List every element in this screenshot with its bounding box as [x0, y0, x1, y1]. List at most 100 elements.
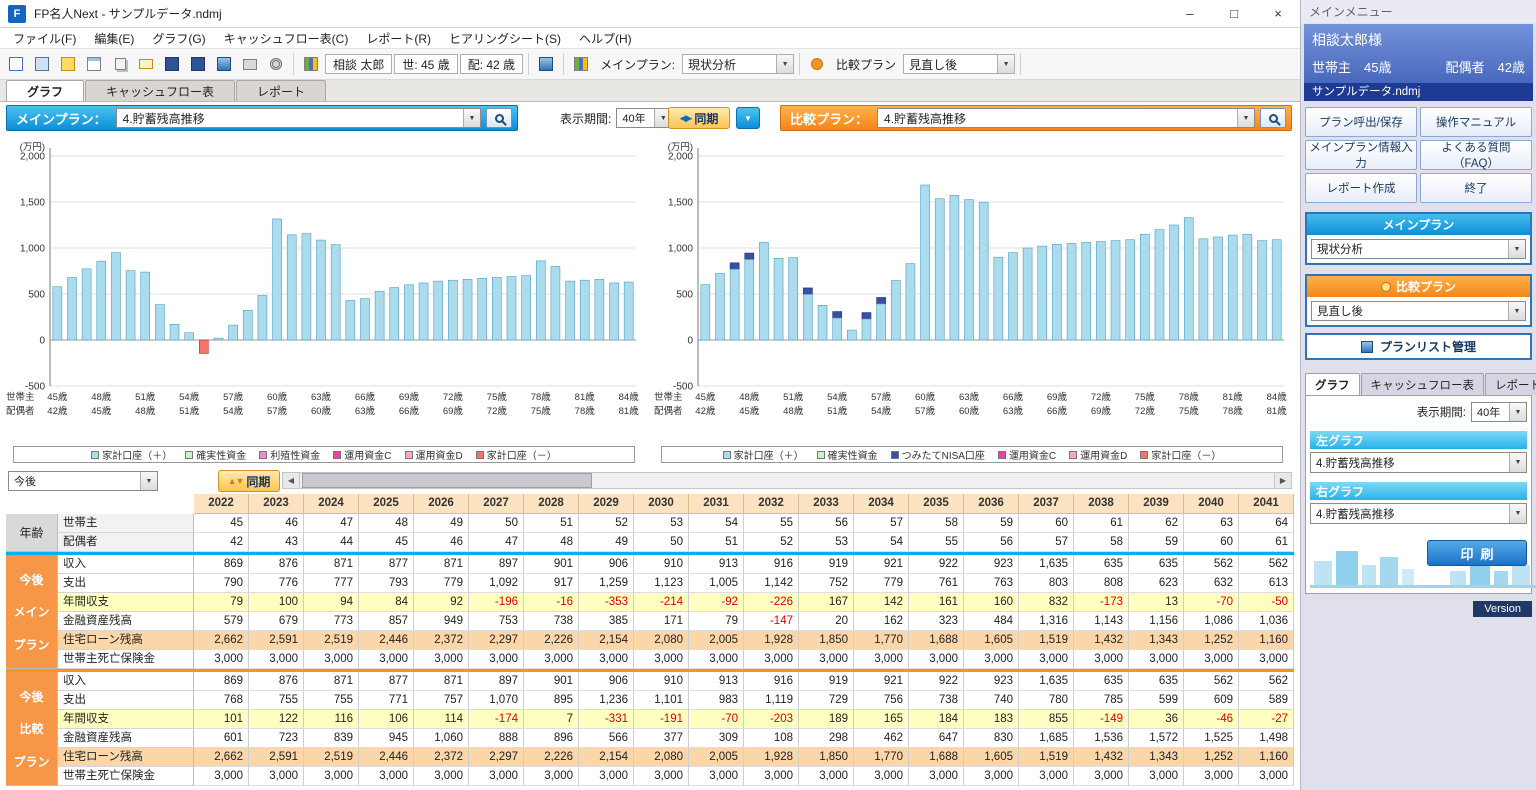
main-chart-type-select[interactable]: 4.貯蓄残高推移 ▼ — [116, 108, 481, 128]
chevron-down-icon[interactable]: ▼ — [1508, 240, 1525, 258]
sidebar-tab-cashflow[interactable]: キャッシュフロー表 — [1361, 373, 1485, 395]
chevron-down-icon[interactable]: ▼ — [1509, 403, 1526, 421]
year-cell: 2040 — [1184, 494, 1239, 514]
right-graph-select[interactable]: 4.貯蓄残高推移 ▼ — [1310, 503, 1527, 524]
sidebar-button[interactable]: 操作マニュアル — [1420, 107, 1532, 137]
age-cell: 56 — [964, 533, 1019, 552]
value-cell: 756 — [854, 691, 909, 710]
table-row: 世帯主4546474849505152535455565758596061626… — [58, 514, 1294, 533]
print-preview-icon[interactable] — [82, 52, 106, 76]
age-cell: 51 — [524, 514, 579, 533]
value-cell: 562 — [1239, 672, 1294, 691]
sidebar-button[interactable]: 終了 — [1420, 173, 1532, 203]
main-zoom-button[interactable] — [486, 108, 512, 128]
value-cell: 830 — [964, 729, 1019, 748]
collapse-button[interactable]: ▼ — [736, 107, 760, 129]
sidebar-button[interactable]: メインプラン情報入力 — [1305, 140, 1417, 170]
settings-gear-icon[interactable] — [264, 52, 288, 76]
sidebar-button[interactable]: プラン呼出/保存 — [1305, 107, 1417, 137]
chevron-down-icon[interactable]: ▼ — [776, 55, 793, 73]
open-file-icon[interactable] — [56, 52, 80, 76]
maximize-button[interactable]: □ — [1212, 0, 1256, 28]
menu-item[interactable]: キャッシュフロー表(C) — [215, 28, 358, 49]
cashflow-icon[interactable] — [534, 52, 558, 76]
new-file-icon[interactable] — [4, 52, 28, 76]
age-cell: 60 — [1184, 533, 1239, 552]
value-cell: 3,000 — [194, 650, 249, 669]
close-button[interactable]: × — [1256, 0, 1300, 28]
period-select[interactable]: 40年 ▼ — [616, 108, 672, 128]
chevron-down-icon[interactable]: ▼ — [1509, 504, 1526, 523]
chevron-down-icon[interactable]: ▼ — [463, 109, 480, 127]
horizontal-scrollbar[interactable]: ◀ ▶ — [282, 472, 1292, 489]
value-cell: -70 — [689, 710, 744, 729]
compare-plan-select[interactable]: 見直し後 ▼ — [903, 54, 1015, 74]
value-cell: 623 — [1129, 574, 1184, 593]
tab-graph[interactable]: グラフ — [6, 80, 84, 101]
graph-icon[interactable] — [569, 52, 593, 76]
sidebar-period-select[interactable]: 40年 ▼ — [1471, 402, 1527, 422]
scroll-left-icon[interactable]: ◀ — [283, 473, 300, 488]
svg-text:84歳: 84歳 — [1267, 391, 1288, 403]
row-label: 金融資産残高 — [58, 729, 194, 748]
value-cell: 803 — [1019, 574, 1074, 593]
table-period-select[interactable]: 今後 ▼ — [8, 471, 158, 491]
table-sync-button[interactable]: ▲▼ 同期 — [218, 470, 280, 492]
print-icon[interactable] — [238, 52, 262, 76]
plan-list-button[interactable]: プランリスト管理 — [1305, 333, 1532, 360]
main-plan-sidebar-select[interactable]: 現状分析 ▼ — [1311, 239, 1526, 259]
sidebar-tab-report[interactable]: レポート — [1485, 373, 1536, 395]
left-graph-select[interactable]: 4.貯蓄残高推移 ▼ — [1310, 452, 1527, 473]
client-name-box: 相談 太郎 — [325, 54, 392, 74]
menu-item[interactable]: グラフ(G) — [143, 28, 214, 49]
chevron-down-icon[interactable]: ▼ — [140, 472, 157, 490]
compare-zoom-button[interactable] — [1260, 108, 1286, 128]
save-as-icon[interactable] — [186, 52, 210, 76]
menu-item[interactable]: レポート(R) — [357, 28, 440, 49]
svg-text:57歳: 57歳 — [871, 391, 892, 403]
menu-item[interactable]: ヒアリングシート(S) — [440, 28, 570, 49]
scrollbar-thumb[interactable] — [302, 473, 592, 488]
menu-item[interactable]: 編集(E) — [85, 28, 143, 49]
copy-icon[interactable] — [108, 52, 132, 76]
age-cell: 57 — [854, 514, 909, 533]
compare-chart-type-select[interactable]: 4.貯蓄残高推移 ▼ — [877, 108, 1255, 128]
tab-report[interactable]: レポート — [236, 80, 326, 101]
chevron-down-icon[interactable]: ▼ — [1237, 109, 1254, 127]
value-cell: 793 — [359, 574, 414, 593]
value-cell: 779 — [854, 574, 909, 593]
legend-item: 家計口座（－） — [1140, 447, 1221, 462]
value-cell: 761 — [909, 574, 964, 593]
age-cell: 44 — [304, 533, 359, 552]
value-cell: 752 — [799, 574, 854, 593]
value-cell: 3,000 — [854, 767, 909, 786]
chevron-down-icon[interactable]: ▼ — [997, 55, 1014, 73]
minimize-button[interactable]: – — [1168, 0, 1212, 28]
sync-button[interactable]: ◀▶ 同期 — [668, 107, 730, 129]
value-cell: 1,605 — [964, 631, 1019, 650]
table-view-icon[interactable] — [212, 52, 236, 76]
svg-text:78歳: 78歳 — [1223, 405, 1244, 417]
chevron-down-icon[interactable]: ▼ — [1508, 302, 1525, 320]
menu-item[interactable]: ファイル(F) — [4, 28, 85, 49]
chevron-down-icon[interactable]: ▼ — [1509, 453, 1526, 472]
value-cell: -147 — [744, 612, 799, 631]
scroll-right-icon[interactable]: ▶ — [1274, 473, 1291, 488]
tab-cashflow[interactable]: キャッシュフロー表 — [85, 80, 235, 101]
main-plan-header: メインプラン — [1307, 214, 1530, 235]
right-graph-bar: 右グラフ — [1310, 482, 1527, 500]
year-cell: 2038 — [1074, 494, 1129, 514]
preview-icon[interactable] — [30, 52, 54, 76]
sidebar-button[interactable]: よくある質問（FAQ） — [1420, 140, 1532, 170]
sidebar-button[interactable]: レポート作成 — [1305, 173, 1417, 203]
print-button[interactable]: 印刷 — [1427, 540, 1527, 566]
save-icon[interactable] — [160, 52, 184, 76]
menu-item[interactable]: ヘルプ(H) — [570, 28, 641, 49]
sidebar-tab-graph[interactable]: グラフ — [1305, 373, 1360, 395]
value-cell: 3,000 — [579, 767, 634, 786]
mail-icon[interactable] — [134, 52, 158, 76]
main-plan-select[interactable]: 現状分析 ▼ — [682, 54, 794, 74]
compare-plan-sidebar-select[interactable]: 見直し後 ▼ — [1311, 301, 1526, 321]
svg-text:2,000: 2,000 — [668, 152, 693, 163]
chart-icon[interactable] — [299, 52, 323, 76]
